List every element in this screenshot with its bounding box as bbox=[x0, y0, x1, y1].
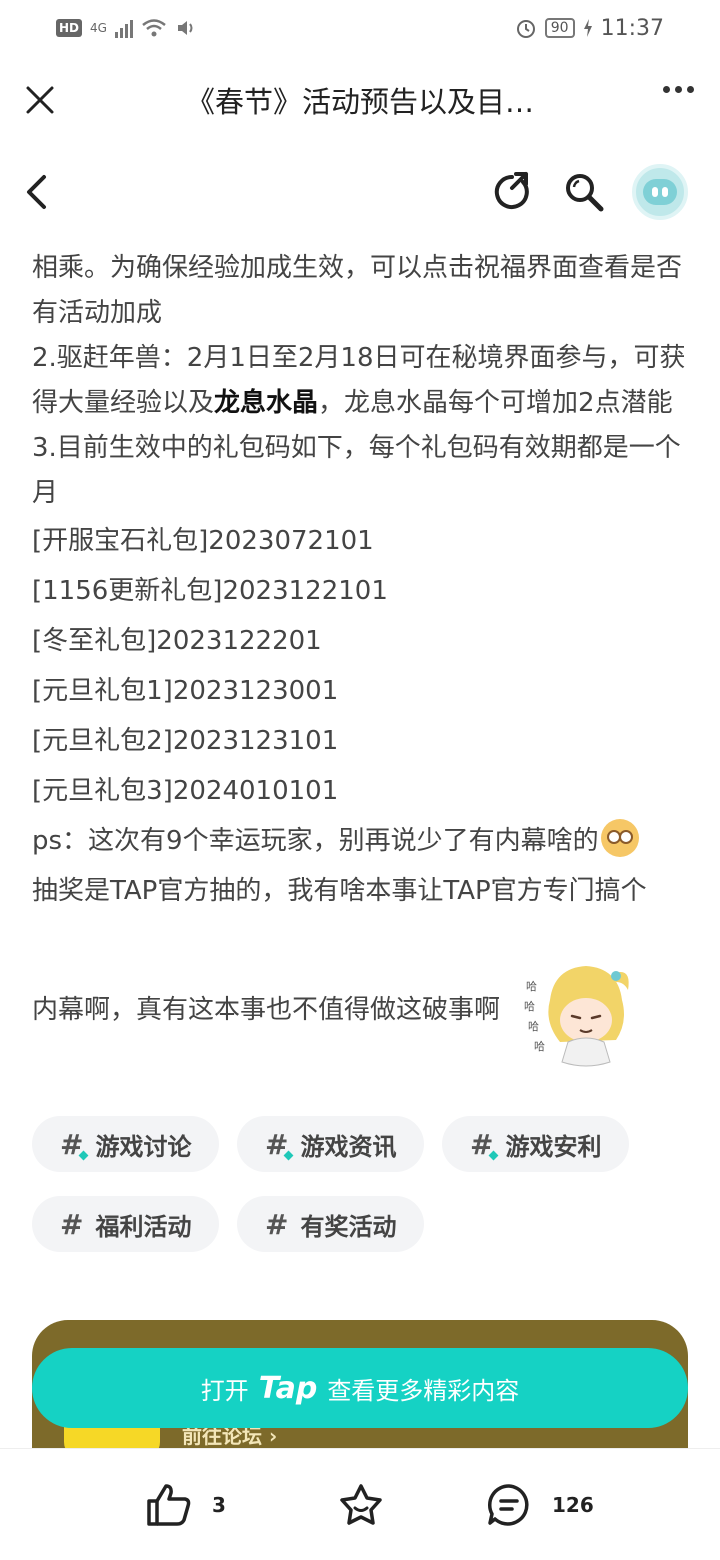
thumbs-up-icon bbox=[147, 1484, 191, 1526]
gift-code: [冬至礼包]2023122201 bbox=[32, 626, 322, 656]
favorite-button[interactable] bbox=[338, 1483, 384, 1527]
close-button[interactable] bbox=[22, 78, 58, 122]
paragraph: 2.驱赶年兽：2月1日至2月18日可在秘境界面参与，可获得大量经验以及龙息水晶，… bbox=[32, 343, 686, 418]
tap-logo: Tap bbox=[258, 1370, 318, 1406]
paragraph: 抽奖是TAP官方抽的，我有啥本事让TAP官方专门搞个 bbox=[32, 876, 647, 906]
tag-game-news[interactable]: # 游戏资讯 bbox=[237, 1116, 425, 1172]
open-button-suffix: 查看更多精彩内容 bbox=[327, 1376, 520, 1405]
comment-icon bbox=[488, 1484, 529, 1526]
back-arrow-icon bbox=[27, 175, 46, 209]
alarm-icon bbox=[516, 20, 535, 38]
star-icon bbox=[340, 1484, 382, 1525]
tag-welfare-event[interactable]: # 福利活动 bbox=[32, 1196, 220, 1252]
share-icon[interactable] bbox=[490, 170, 534, 214]
gift-code: [元旦礼包1]2023123001 bbox=[32, 676, 339, 706]
wifi-icon bbox=[142, 19, 166, 37]
anime-sticker-icon: 哈 哈 哈 哈 bbox=[524, 966, 629, 1067]
tag-label: 游戏安利 bbox=[505, 1132, 602, 1161]
avatar[interactable] bbox=[632, 164, 688, 220]
hashtag-icon: # bbox=[60, 1207, 84, 1241]
shocked-emoji-icon bbox=[600, 819, 639, 857]
paragraph: 相乘。为确保经验加成生效，可以点击祝福界面查看是否有活动加成 bbox=[32, 253, 683, 328]
volume-icon bbox=[177, 21, 193, 35]
tag-label: 有奖活动 bbox=[300, 1212, 397, 1241]
bottom-action-bar: 3 126 bbox=[0, 1448, 720, 1560]
svg-text:哈: 哈 bbox=[526, 980, 537, 993]
gift-code: [元旦礼包2]2023123101 bbox=[32, 726, 339, 756]
paragraph: 3.目前生效中的礼包码如下，每个礼包码有效期都是一个月 bbox=[32, 433, 681, 508]
post-nav-bar bbox=[0, 150, 720, 234]
tag-label: 游戏讨论 bbox=[95, 1132, 192, 1161]
battery-indicator: 90 bbox=[544, 18, 575, 38]
hashtag-icon: # bbox=[265, 1127, 289, 1161]
open-tap-button[interactable]: 打开 Tap 查看更多精彩内容 bbox=[32, 1348, 688, 1428]
hashtag-icon: # bbox=[60, 1127, 84, 1161]
svg-text:哈: 哈 bbox=[524, 1000, 535, 1013]
like-count: 3 bbox=[212, 1493, 226, 1517]
gift-code: [开服宝石礼包]2023072101 bbox=[32, 526, 374, 556]
paragraph: ps：这次有9个幸运玩家，别再说少了有内幕啥的 bbox=[32, 816, 692, 866]
more-options-button[interactable] bbox=[663, 86, 694, 93]
back-button[interactable] bbox=[16, 170, 56, 214]
hd-badge: HD bbox=[56, 19, 83, 37]
svg-text:哈: 哈 bbox=[534, 1040, 545, 1053]
comment-count: 126 bbox=[552, 1493, 594, 1517]
clock: 11:37 bbox=[600, 15, 664, 41]
like-button[interactable]: 3 bbox=[146, 1483, 226, 1527]
svg-text:哈: 哈 bbox=[528, 1020, 539, 1033]
hashtag-icon: # bbox=[265, 1207, 289, 1241]
close-icon bbox=[26, 86, 54, 114]
page-title: 《春节》活动预告以及目… bbox=[185, 85, 534, 119]
status-icons-right: 90 11:37 bbox=[515, 16, 664, 41]
tag-game-recommend[interactable]: # 游戏安利 bbox=[442, 1116, 630, 1172]
gift-code: [1156更新礼包]2023122101 bbox=[32, 576, 388, 606]
tag-game-discussion[interactable]: # 游戏讨论 bbox=[32, 1116, 220, 1172]
title-bar: 《春节》活动预告以及目… bbox=[0, 56, 720, 144]
search-icon[interactable] bbox=[562, 170, 606, 214]
comment-button[interactable]: 126 bbox=[486, 1483, 594, 1527]
tag-prize-event[interactable]: # 有奖活动 bbox=[237, 1196, 425, 1252]
hashtag-icon: # bbox=[470, 1127, 494, 1161]
tag-label: 游戏资讯 bbox=[300, 1132, 397, 1161]
post-content: 相乘。为确保经验加成生效，可以点击祝福界面查看是否有活动加成 2.驱赶年兽：2月… bbox=[32, 246, 692, 1033]
gift-code: [元旦礼包3]2024010101 bbox=[32, 776, 339, 806]
open-button-prefix: 打开 bbox=[200, 1376, 249, 1405]
highlight-text: 龙息水晶 bbox=[214, 388, 319, 418]
charging-icon bbox=[583, 19, 592, 37]
status-bar: HD 4G 90 11:37 bbox=[0, 0, 720, 56]
status-icons-left: HD 4G bbox=[56, 18, 195, 38]
tag-label: 福利活动 bbox=[95, 1212, 192, 1241]
network-label: 4G bbox=[90, 21, 107, 35]
signal-icon bbox=[114, 18, 133, 38]
